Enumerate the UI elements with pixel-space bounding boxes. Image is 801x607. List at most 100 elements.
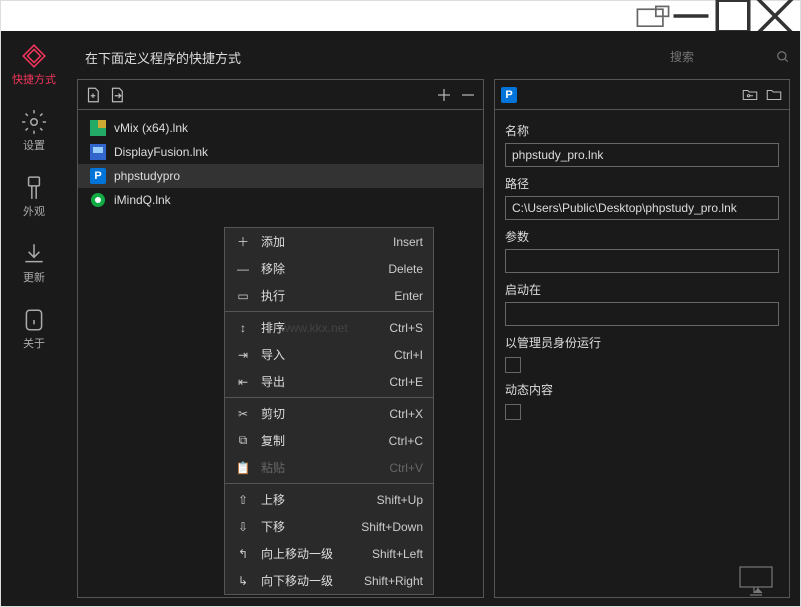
search-icon <box>776 50 790 64</box>
list-item[interactable]: P phpstudypro <box>78 164 483 188</box>
menu-item[interactable]: ↕排序Ctrl+S <box>225 314 433 341</box>
menu-separator <box>225 483 433 484</box>
sidebar-item-about[interactable]: 关于 <box>1 303 67 355</box>
dynamic-label: 动态内容 <box>505 381 779 398</box>
menu-item: 📋 粘贴 Ctrl+V <box>225 454 433 481</box>
menu-icon: ⧉ <box>235 433 251 448</box>
admin-label: 以管理员身份运行 <box>505 334 779 351</box>
menu-icon: 📋 <box>235 461 251 475</box>
menu-icon: ↰ <box>235 547 251 561</box>
content-area: 快捷方式 设置 外观 更新 关于 在下面定义程序的快捷方式 <box>1 31 800 606</box>
menu-shortcut: Delete <box>388 262 423 276</box>
list-item-label: phpstudypro <box>114 169 180 183</box>
phpstudy-icon: P <box>501 87 517 103</box>
menu-item[interactable]: ⧉ 复制 Ctrl+C <box>225 427 433 454</box>
menu-item[interactable]: ⇤ 导出 Ctrl+E <box>225 368 433 395</box>
page-title: 在下面定义程序的快捷方式 <box>77 48 241 67</box>
menu-icon: ↳ <box>235 574 251 588</box>
sidebar-item-update[interactable]: 更新 <box>1 237 67 289</box>
close-button[interactable] <box>754 2 796 30</box>
sidebar: 快捷方式 设置 外观 更新 关于 <box>1 31 67 606</box>
context-menu: ＋添加Insert—移除Delete▭执行Enter↕排序Ctrl+S⇥导入Ct… <box>224 227 434 595</box>
menu-label: 剪切 <box>261 405 379 422</box>
menu-item[interactable]: ⇩下移Shift+Down <box>225 513 433 540</box>
menu-label: 向上移动一级 <box>261 545 362 562</box>
menu-shortcut: Ctrl+I <box>394 348 423 362</box>
sidebar-label: 关于 <box>23 335 45 351</box>
menu-label: 复制 <box>261 432 379 449</box>
menu-icon: ⇥ <box>235 348 251 362</box>
menu-item[interactable]: ⇥ 导入 Ctrl+I <box>225 341 433 368</box>
menu-label: 下移 <box>261 518 351 535</box>
menu-label: 添加 <box>261 233 383 250</box>
startin-field[interactable] <box>505 302 779 326</box>
folder-key-icon[interactable] <box>741 86 759 104</box>
path-field[interactable]: C:\Users\Public\Desktop\phpstudy_pro.lnk <box>505 196 779 220</box>
folder-open-icon[interactable] <box>765 86 783 104</box>
minimize-button[interactable] <box>670 2 712 30</box>
menu-shortcut: Enter <box>394 289 423 303</box>
detail-form: 名称 phpstudy_pro.lnk 路径 C:\Users\Public\D… <box>495 110 789 428</box>
sidebar-item-appearance[interactable]: 外观 <box>1 171 67 223</box>
menu-shortcut: Ctrl+C <box>389 434 423 448</box>
vmix-icon <box>90 120 106 136</box>
list-item[interactable]: iMindQ.lnk <box>78 188 483 212</box>
menu-item[interactable]: ✂ 剪切 Ctrl+X <box>225 400 433 427</box>
name-label: 名称 <box>505 122 779 139</box>
menu-icon: ⇩ <box>235 520 251 534</box>
args-field[interactable] <box>505 249 779 273</box>
menu-shortcut: Shift+Right <box>364 574 423 588</box>
displayfusion-icon <box>90 144 106 160</box>
footer-icon[interactable] <box>734 563 778 600</box>
sidebar-item-settings[interactable]: 设置 <box>1 105 67 157</box>
menu-shortcut: Ctrl+V <box>389 461 423 475</box>
menu-label: 导入 <box>261 346 384 363</box>
menu-item[interactable]: — 移除 Delete <box>225 255 433 282</box>
titlebar <box>1 1 800 31</box>
menu-label: 导出 <box>261 373 379 390</box>
search-input[interactable] <box>670 50 770 64</box>
menu-label: 执行 <box>261 287 384 304</box>
menu-icon: ⇤ <box>235 375 251 389</box>
sidebar-item-shortcuts[interactable]: 快捷方式 <box>1 39 67 91</box>
top-row: 在下面定义程序的快捷方式 <box>77 39 790 75</box>
menu-item[interactable]: ↰向上移动一级Shift+Left <box>225 540 433 567</box>
menu-shortcut: Insert <box>393 235 423 249</box>
plus-icon[interactable] <box>435 86 453 104</box>
sidebar-label: 设置 <box>23 137 45 153</box>
menu-icon: ＋ <box>235 233 251 250</box>
app-window: 快捷方式 设置 外观 更新 关于 在下面定义程序的快捷方式 <box>0 0 801 607</box>
list-item[interactable]: vMix (x64).lnk <box>78 116 483 140</box>
menu-icon: — <box>235 262 251 276</box>
menu-label: 上移 <box>261 491 367 508</box>
menu-label: 粘贴 <box>261 459 379 476</box>
menu-item[interactable]: ⇧上移Shift+Up <box>225 486 433 513</box>
menu-icon: ⇧ <box>235 493 251 507</box>
phpstudy-icon: P <box>90 168 106 184</box>
menu-item[interactable]: ↳ 向下移动一级 Shift+Right <box>225 567 433 594</box>
args-label: 参数 <box>505 228 779 245</box>
dynamic-checkbox[interactable] <box>505 404 521 420</box>
maximize-button[interactable] <box>712 2 754 30</box>
search-box <box>670 50 790 64</box>
menu-label: 移除 <box>261 260 378 277</box>
menu-label: 向下移动一级 <box>261 572 354 589</box>
screenshot-icon[interactable] <box>636 2 670 30</box>
file-add-icon[interactable] <box>84 86 102 104</box>
menu-shortcut: Ctrl+S <box>389 321 423 335</box>
sidebar-label: 外观 <box>23 203 45 219</box>
list-toolbar <box>78 80 483 110</box>
imindq-icon <box>90 192 106 208</box>
menu-shortcut: Ctrl+E <box>389 375 423 389</box>
list-item[interactable]: DisplayFusion.lnk <box>78 140 483 164</box>
minus-icon[interactable] <box>459 86 477 104</box>
menu-item[interactable]: ＋ 添加 Insert <box>225 228 433 255</box>
file-export-icon[interactable] <box>108 86 126 104</box>
list-item-label: vMix (x64).lnk <box>114 121 188 135</box>
name-field[interactable]: phpstudy_pro.lnk <box>505 143 779 167</box>
menu-item[interactable]: ▭执行Enter <box>225 282 433 309</box>
list-item-label: iMindQ.lnk <box>114 193 171 207</box>
admin-checkbox[interactable] <box>505 357 521 373</box>
menu-shortcut: Ctrl+X <box>389 407 423 421</box>
menu-icon: ✂ <box>235 407 251 421</box>
